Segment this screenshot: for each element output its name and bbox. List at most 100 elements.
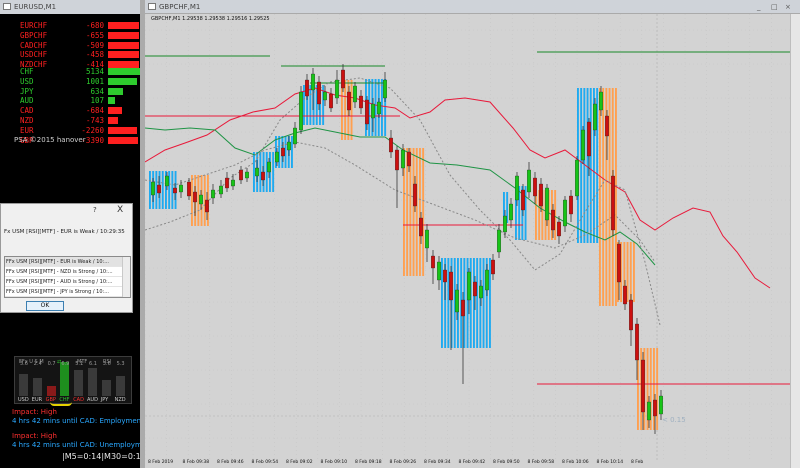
dotted-envelope-line xyxy=(145,77,661,326)
orange-zone-bar xyxy=(602,88,605,306)
alert-message: Fx USM [RSI][MTF] - EUR is Weak / 10:29:… xyxy=(4,229,125,235)
blue-zone-bar xyxy=(473,258,475,348)
signal-panel: FFx U S M ⇄ MTF RSI 5.6 USD 2.4 EUR 0.7 GBP 6.… xyxy=(14,356,132,404)
time-label: 8 Feb 10:06 xyxy=(562,460,589,465)
strength-value: -743 xyxy=(85,116,104,125)
bear-candle xyxy=(419,217,423,237)
strength-name: AUD xyxy=(20,96,34,106)
bear-candle xyxy=(491,259,495,275)
orange-zone-bar xyxy=(419,148,421,276)
signal-value: 0.7 xyxy=(47,361,56,367)
bull-candle xyxy=(581,129,585,161)
strength-row: CADCHF -509 xyxy=(20,41,139,50)
orange-zone-bar xyxy=(633,242,635,302)
orange-zone-bar xyxy=(422,148,425,276)
bull-candle xyxy=(353,85,357,103)
bear-candle xyxy=(193,191,197,203)
list-scrollbar[interactable] xyxy=(122,257,130,297)
signal-value: 3.6 xyxy=(102,361,111,367)
bear-candle xyxy=(413,183,417,207)
bull-candle xyxy=(509,203,513,221)
strength-name: JPY xyxy=(20,86,34,96)
chart-title: GBPCHF,M1 xyxy=(159,3,201,11)
bull-candle xyxy=(479,285,483,299)
orange-zone-bar xyxy=(341,80,343,140)
ok-button[interactable]: OK xyxy=(26,301,64,311)
minimize-button[interactable]: _ xyxy=(757,3,761,11)
blue-zone-bar xyxy=(171,171,174,209)
bull-candle xyxy=(485,269,489,291)
strength-name: CAD xyxy=(20,106,34,116)
bull-candle xyxy=(299,91,303,131)
strength-bar xyxy=(108,31,139,39)
bull-candle xyxy=(245,171,249,179)
alert-list[interactable]: FFx USM [RSI][MTF] - EUR is Weak / 10:..… xyxy=(4,256,131,298)
price-chart[interactable] xyxy=(145,0,800,468)
bear-candle xyxy=(611,175,615,231)
strength-bar xyxy=(108,117,118,124)
signal-currency-label: EUR xyxy=(31,397,43,403)
bear-candle xyxy=(623,285,627,305)
signal-currency-label: JPY xyxy=(100,397,109,403)
vertical-scrollbar[interactable] xyxy=(790,14,800,468)
bear-candle xyxy=(281,147,285,157)
signal-value: 5.1 xyxy=(75,361,84,367)
bear-candle xyxy=(365,99,369,125)
blue-zone-bar xyxy=(447,258,450,348)
help-button[interactable]: ? xyxy=(93,206,97,214)
close-button[interactable]: × xyxy=(785,3,791,11)
signal-value: 6.9 xyxy=(61,361,70,367)
bull-candle xyxy=(659,395,663,415)
bear-candle xyxy=(461,299,465,317)
alert-list-item[interactable]: FFx USM [RSI][MTF] - EUR is Weak / 10:..… xyxy=(5,257,130,267)
news-item: Impact: High 4 hrs 42 mins until CAD: Em… xyxy=(12,408,140,426)
bear-candle xyxy=(431,255,435,269)
strength-name: USDCHF xyxy=(20,50,48,60)
bull-candle xyxy=(231,179,235,187)
left-window-titlebar[interactable]: EURUSD,M1 xyxy=(0,0,140,14)
strength-row: USD 1001 xyxy=(20,77,138,86)
time-label: 8 Feb 09:58 xyxy=(527,460,555,465)
bull-candle xyxy=(515,175,519,201)
blue-zone-bar xyxy=(441,258,443,348)
bull-candle xyxy=(545,187,549,221)
bear-candle xyxy=(341,69,345,89)
signal-currency-label: USD xyxy=(18,397,29,403)
bull-candle xyxy=(179,184,183,193)
orange-zone-bar xyxy=(409,148,412,276)
bull-candle xyxy=(255,167,259,177)
bear-candle xyxy=(187,181,191,197)
bear-candle xyxy=(521,189,525,211)
alert-list-item[interactable]: FFx USM [RSI][MTF] - JPY is Strong / 10:… xyxy=(5,287,130,297)
signal-currency-label: CAD xyxy=(73,397,84,403)
signal-value: 6.1 xyxy=(89,361,97,367)
bear-candle xyxy=(173,187,177,194)
bull-candle xyxy=(503,215,507,233)
strength-row: CAD -684 xyxy=(20,106,138,115)
chart-titlebar[interactable]: GBPCHF,M1 _ □ × xyxy=(145,0,800,14)
alert-list-item[interactable]: FFx USM [RSI][MTF] - AUD is Strong / 10:… xyxy=(5,277,130,287)
strength-name: EURCHF xyxy=(20,21,48,30)
blue-zone-bar xyxy=(309,85,312,125)
left-window-title: EURUSD,M1 xyxy=(14,3,57,11)
bear-candle xyxy=(359,95,363,109)
signal-column xyxy=(46,386,56,396)
strength-name: CHF xyxy=(20,67,34,76)
time-label: 8 Feb 09:26 xyxy=(389,460,417,465)
maximize-button[interactable]: □ xyxy=(771,3,778,11)
bull-candle xyxy=(267,161,271,173)
bear-candle xyxy=(605,115,609,137)
ohlc-readout: GBPCHF,M1 1.29538 1.29538 1.29516 1.2952… xyxy=(151,16,270,22)
alert-list-item[interactable]: FFx USM [RSI][MTF] - NZD is Strong / 10:… xyxy=(5,267,130,277)
strength-row: CHF 5134 xyxy=(20,67,140,76)
signal-column xyxy=(32,378,42,396)
blue-zone-bar xyxy=(253,152,255,192)
news-item: Impact: High 4 hrs 42 mins until CAD: Un… xyxy=(12,432,140,450)
bear-candle xyxy=(239,169,243,181)
strength-row: USDCHF -458 xyxy=(20,50,139,60)
strength-row: EUR -2260 xyxy=(20,126,138,135)
close-button[interactable]: X xyxy=(117,205,123,215)
bull-candle xyxy=(211,189,215,199)
orange-zone-bar xyxy=(406,148,409,276)
time-label: 8 Feb 09:50 xyxy=(493,460,520,465)
